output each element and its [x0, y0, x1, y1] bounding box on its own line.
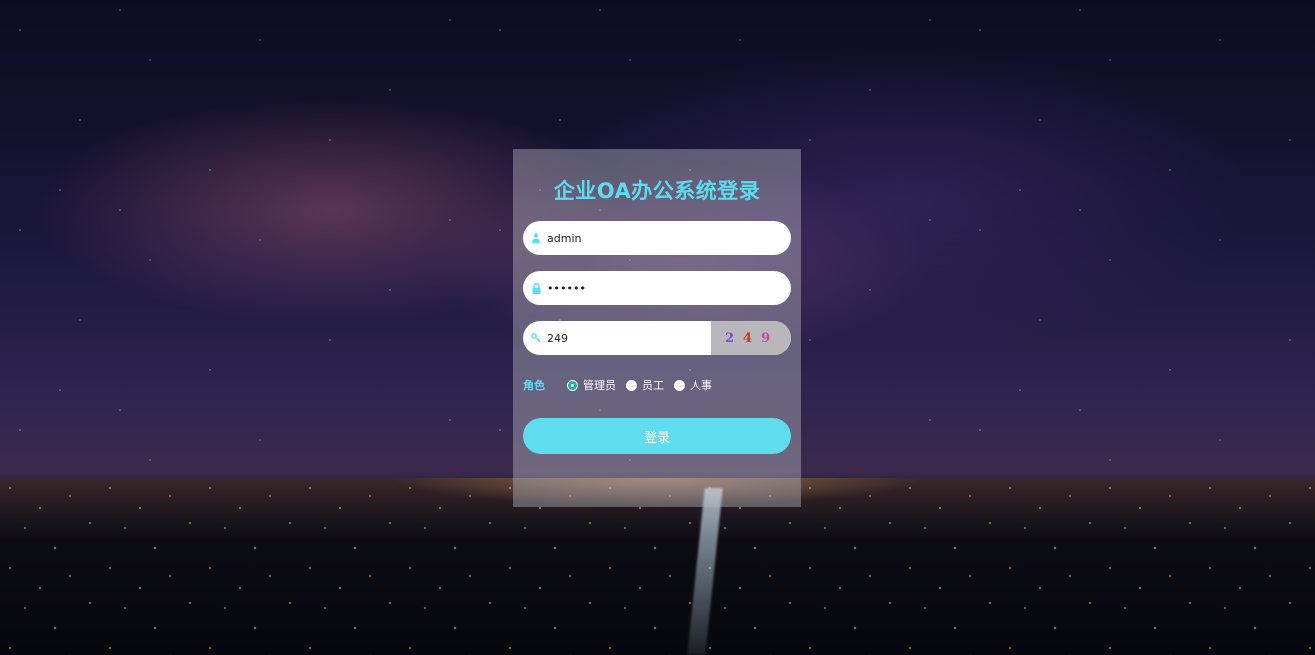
- captcha-char: 4: [743, 330, 753, 346]
- captcha-field[interactable]: 2 4 9: [523, 321, 791, 355]
- key-icon: [530, 330, 542, 346]
- login-page: 企业OA办公系统登录 admin •••••• 249 2 4 9 角色 管理员…: [0, 0, 1315, 655]
- username-field[interactable]: [523, 221, 791, 255]
- role-option-label: 员工: [642, 379, 664, 392]
- password-field[interactable]: [523, 271, 791, 305]
- lock-icon: [530, 280, 542, 296]
- login-title: 企业OA办公系统登录: [553, 179, 761, 203]
- role-label: 角色: [523, 379, 545, 392]
- captcha-image[interactable]: 2 4 9: [711, 321, 791, 355]
- captcha-char: 9: [761, 330, 771, 346]
- role-option-label: 管理员: [583, 379, 616, 392]
- radio-checked-icon[interactable]: [567, 379, 578, 391]
- login-panel: 企业OA办公系统登录 admin •••••• 249 2 4 9 角色 管理员…: [513, 149, 801, 507]
- role-selector: 角色 管理员 员工 人事: [523, 377, 791, 393]
- radio-unchecked-icon[interactable]: [674, 379, 685, 391]
- user-icon: [530, 230, 542, 246]
- radio-unchecked-icon[interactable]: [626, 379, 637, 391]
- captcha-input[interactable]: [547, 321, 707, 355]
- login-button[interactable]: 登录: [523, 418, 791, 454]
- role-option-admin[interactable]: 管理员: [567, 377, 616, 393]
- role-option-hr[interactable]: 人事: [674, 377, 712, 393]
- role-option-label: 人事: [690, 379, 712, 392]
- username-input[interactable]: [547, 221, 777, 255]
- captcha-char: 2: [725, 330, 735, 346]
- role-option-employee[interactable]: 员工: [626, 377, 664, 393]
- password-input[interactable]: [547, 271, 777, 305]
